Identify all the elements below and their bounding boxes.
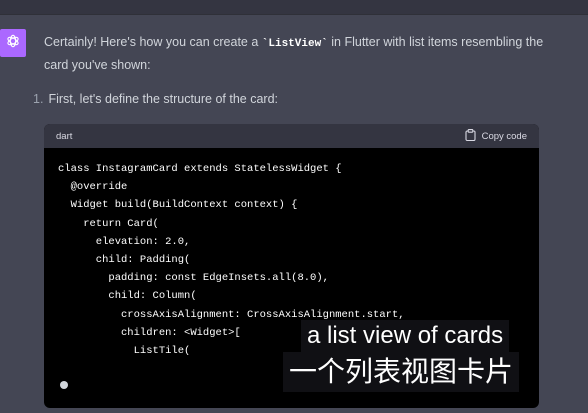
streaming-cursor — [60, 381, 68, 389]
clipboard-icon — [465, 128, 476, 144]
openai-logo-icon — [5, 33, 21, 54]
copy-code-label: Copy code — [481, 130, 527, 142]
subtitle-english: a list view of cards — [301, 320, 510, 352]
code-line: child: Column( — [58, 290, 197, 303]
code-line: padding: const EdgeInsets.all(8.0), — [58, 272, 329, 285]
code-line: child: Padding( — [58, 253, 191, 266]
inline-code: `ListView` — [261, 38, 328, 50]
code-line: @override — [58, 181, 128, 194]
copy-code-button[interactable]: Copy code — [465, 128, 527, 144]
code-line: class InstagramCard extends StatelessWid… — [58, 163, 342, 175]
subtitle-chinese: 一个列表视图卡片 — [283, 352, 520, 392]
code-line: return Card( — [58, 217, 159, 230]
assistant-avatar — [0, 29, 26, 57]
top-bar — [0, 0, 588, 15]
step-text: First, let's define the structure of the… — [48, 92, 279, 106]
code-language-label: dart — [56, 130, 73, 142]
step-number: 1. — [33, 92, 44, 106]
code-line: elevation: 2.0, — [58, 235, 191, 248]
list-step-1: 1. First, let's define the structure of t… — [33, 90, 278, 108]
message-text-start: Certainly! Here's how you can create a — [44, 35, 262, 49]
assistant-message: Certainly! Here's how you can create a `… — [44, 32, 544, 76]
code-block-header: dart Copy code — [44, 124, 539, 148]
code-line: Widget build(BuildContext context) { — [58, 199, 298, 212]
